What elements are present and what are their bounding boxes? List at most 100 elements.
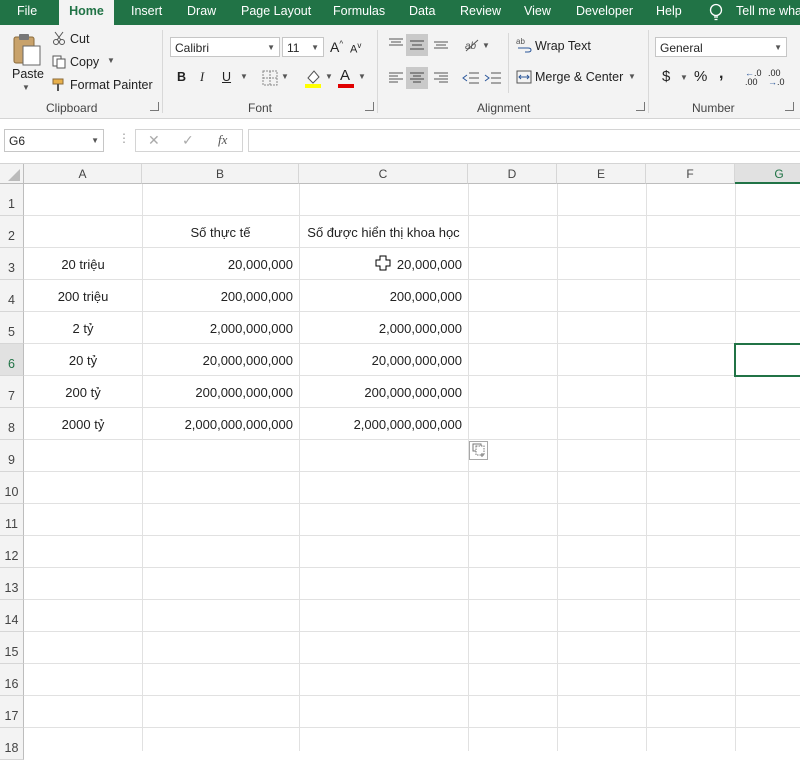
cell-b6[interactable]: 20,000,000,000 — [142, 344, 299, 376]
column-header-d[interactable]: D — [468, 164, 557, 184]
active-cell-selection[interactable] — [734, 343, 800, 377]
decrease-decimal-button[interactable]: .00 →.0 — [768, 69, 785, 87]
align-center-icon[interactable] — [406, 67, 428, 89]
borders-icon[interactable] — [262, 70, 278, 86]
cell-a3[interactable]: 20 triệu — [24, 248, 142, 280]
row-header-1[interactable]: 1 — [0, 184, 24, 216]
column-header-c[interactable]: C — [299, 164, 468, 184]
clipboard-dialog-launcher[interactable] — [150, 102, 159, 111]
cell-a5[interactable]: 2 tỷ — [24, 312, 142, 344]
align-bottom-icon[interactable] — [433, 37, 449, 51]
row-header-4[interactable]: 4 — [0, 280, 24, 312]
currency-button[interactable]: $ — [662, 68, 670, 85]
cell-b3[interactable]: 20,000,000 — [142, 248, 299, 280]
cell-c4[interactable]: 200,000,000 — [299, 280, 468, 312]
font-name-select[interactable]: Calibri ▼ — [170, 37, 280, 57]
align-middle-icon[interactable] — [406, 34, 428, 56]
cell-c8[interactable]: 2,000,000,000,000 — [299, 408, 468, 440]
font-color-dropdown-arrow[interactable]: ▼ — [358, 72, 366, 81]
row-header-18[interactable]: 18 — [0, 728, 24, 760]
orientation-dropdown-arrow[interactable]: ▼ — [482, 41, 490, 50]
decrease-font-size-button[interactable]: Av — [350, 41, 361, 56]
borders-dropdown-arrow[interactable]: ▼ — [281, 72, 289, 81]
insert-function-icon[interactable]: fx — [218, 132, 227, 148]
tab-insert[interactable]: Insert — [131, 0, 162, 25]
increase-font-size-button[interactable]: A^ — [330, 39, 343, 55]
cell-c7[interactable]: 200,000,000,000 — [299, 376, 468, 408]
copy-button[interactable]: Copy — [70, 55, 99, 69]
increase-decimal-button[interactable]: ←.0.00 — [745, 69, 762, 87]
row-header-16[interactable]: 16 — [0, 664, 24, 696]
row-header-10[interactable]: 10 — [0, 472, 24, 504]
cell-b5[interactable]: 2,000,000,000 — [142, 312, 299, 344]
row-header-14[interactable]: 14 — [0, 600, 24, 632]
tab-file[interactable]: File — [17, 0, 37, 25]
column-header-f[interactable]: F — [646, 164, 735, 184]
underline-dropdown-arrow[interactable]: ▼ — [240, 72, 248, 81]
align-left-icon[interactable] — [388, 71, 404, 85]
paste-dropdown-arrow[interactable]: ▼ — [22, 83, 30, 92]
font-size-select[interactable]: 11 ▼ — [282, 37, 324, 57]
cell-a6[interactable]: 20 tỷ — [24, 344, 142, 376]
tab-review[interactable]: Review — [460, 0, 501, 25]
currency-dropdown-arrow[interactable]: ▼ — [680, 73, 688, 82]
merge-center-button[interactable]: Merge & Center — [535, 70, 623, 84]
number-format-select[interactable]: General ▼ — [655, 37, 787, 57]
merge-center-dropdown-arrow[interactable]: ▼ — [628, 72, 636, 81]
decrease-indent-icon[interactable] — [462, 71, 480, 85]
cell-b7[interactable]: 200,000,000,000 — [142, 376, 299, 408]
cell-c5[interactable]: 2,000,000,000 — [299, 312, 468, 344]
align-right-icon[interactable] — [433, 71, 449, 85]
copy-dropdown-arrow[interactable]: ▼ — [107, 56, 115, 65]
column-header-e[interactable]: E — [557, 164, 646, 184]
confirm-entry-icon[interactable]: ✓ — [182, 132, 194, 149]
column-header-a[interactable]: A — [24, 164, 142, 184]
increase-indent-icon[interactable] — [484, 71, 502, 85]
row-header-11[interactable]: 11 — [0, 504, 24, 536]
column-header-b[interactable]: B — [142, 164, 299, 184]
cut-button[interactable]: Cut — [70, 32, 89, 46]
cell-c6[interactable]: 20,000,000,000 — [299, 344, 468, 376]
bold-button[interactable]: B — [177, 70, 186, 84]
alignment-dialog-launcher[interactable] — [636, 102, 645, 111]
wrap-text-button[interactable]: Wrap Text — [535, 39, 591, 53]
tell-me-search[interactable]: Tell me wha — [736, 0, 800, 25]
cancel-entry-icon[interactable]: ✕ — [148, 132, 160, 149]
percent-button[interactable]: % — [694, 68, 707, 85]
column-header-g[interactable]: G — [735, 164, 800, 184]
tab-help[interactable]: Help — [656, 0, 682, 25]
cell-a7[interactable]: 200 tỷ — [24, 376, 142, 408]
paste-button[interactable]: Paste — [12, 67, 44, 81]
row-header-3[interactable]: 3 — [0, 248, 24, 280]
tab-page-layout[interactable]: Page Layout — [241, 0, 311, 25]
format-painter-button[interactable]: Format Painter — [70, 78, 153, 92]
row-header-17[interactable]: 17 — [0, 696, 24, 728]
tab-view[interactable]: View — [524, 0, 551, 25]
cell-a4[interactable]: 200 triệu — [24, 280, 142, 312]
fill-color-icon[interactable] — [304, 68, 322, 88]
cell-b4[interactable]: 200,000,000 — [142, 280, 299, 312]
cell-b2[interactable]: Số thực tế — [142, 216, 299, 248]
font-dialog-launcher[interactable] — [365, 102, 374, 111]
underline-button[interactable]: U — [222, 70, 231, 84]
tab-data[interactable]: Data — [409, 0, 435, 25]
row-header-9[interactable]: 9 — [0, 440, 24, 472]
row-header-2[interactable]: 2 — [0, 216, 24, 248]
row-header-8[interactable]: 8 — [0, 408, 24, 440]
tab-draw[interactable]: Draw — [187, 0, 216, 25]
tab-formulas[interactable]: Formulas — [333, 0, 385, 25]
cell-a8[interactable]: 2000 tỷ — [24, 408, 142, 440]
select-all-corner[interactable] — [0, 164, 24, 184]
formula-input[interactable] — [248, 129, 800, 152]
row-header-12[interactable]: 12 — [0, 536, 24, 568]
tab-developer[interactable]: Developer — [576, 0, 633, 25]
row-header-5[interactable]: 5 — [0, 312, 24, 344]
cell-c2[interactable]: Số được hiển thị khoa học — [299, 216, 468, 248]
cell-b8[interactable]: 2,000,000,000,000 — [142, 408, 299, 440]
font-color-button[interactable]: A — [340, 67, 350, 84]
comma-style-button[interactable]: , — [719, 65, 723, 83]
name-box[interactable]: G6 ▼ — [4, 129, 104, 152]
tab-home[interactable]: Home — [59, 0, 114, 25]
paste-options-button[interactable] — [469, 441, 488, 460]
align-top-icon[interactable] — [388, 37, 404, 51]
